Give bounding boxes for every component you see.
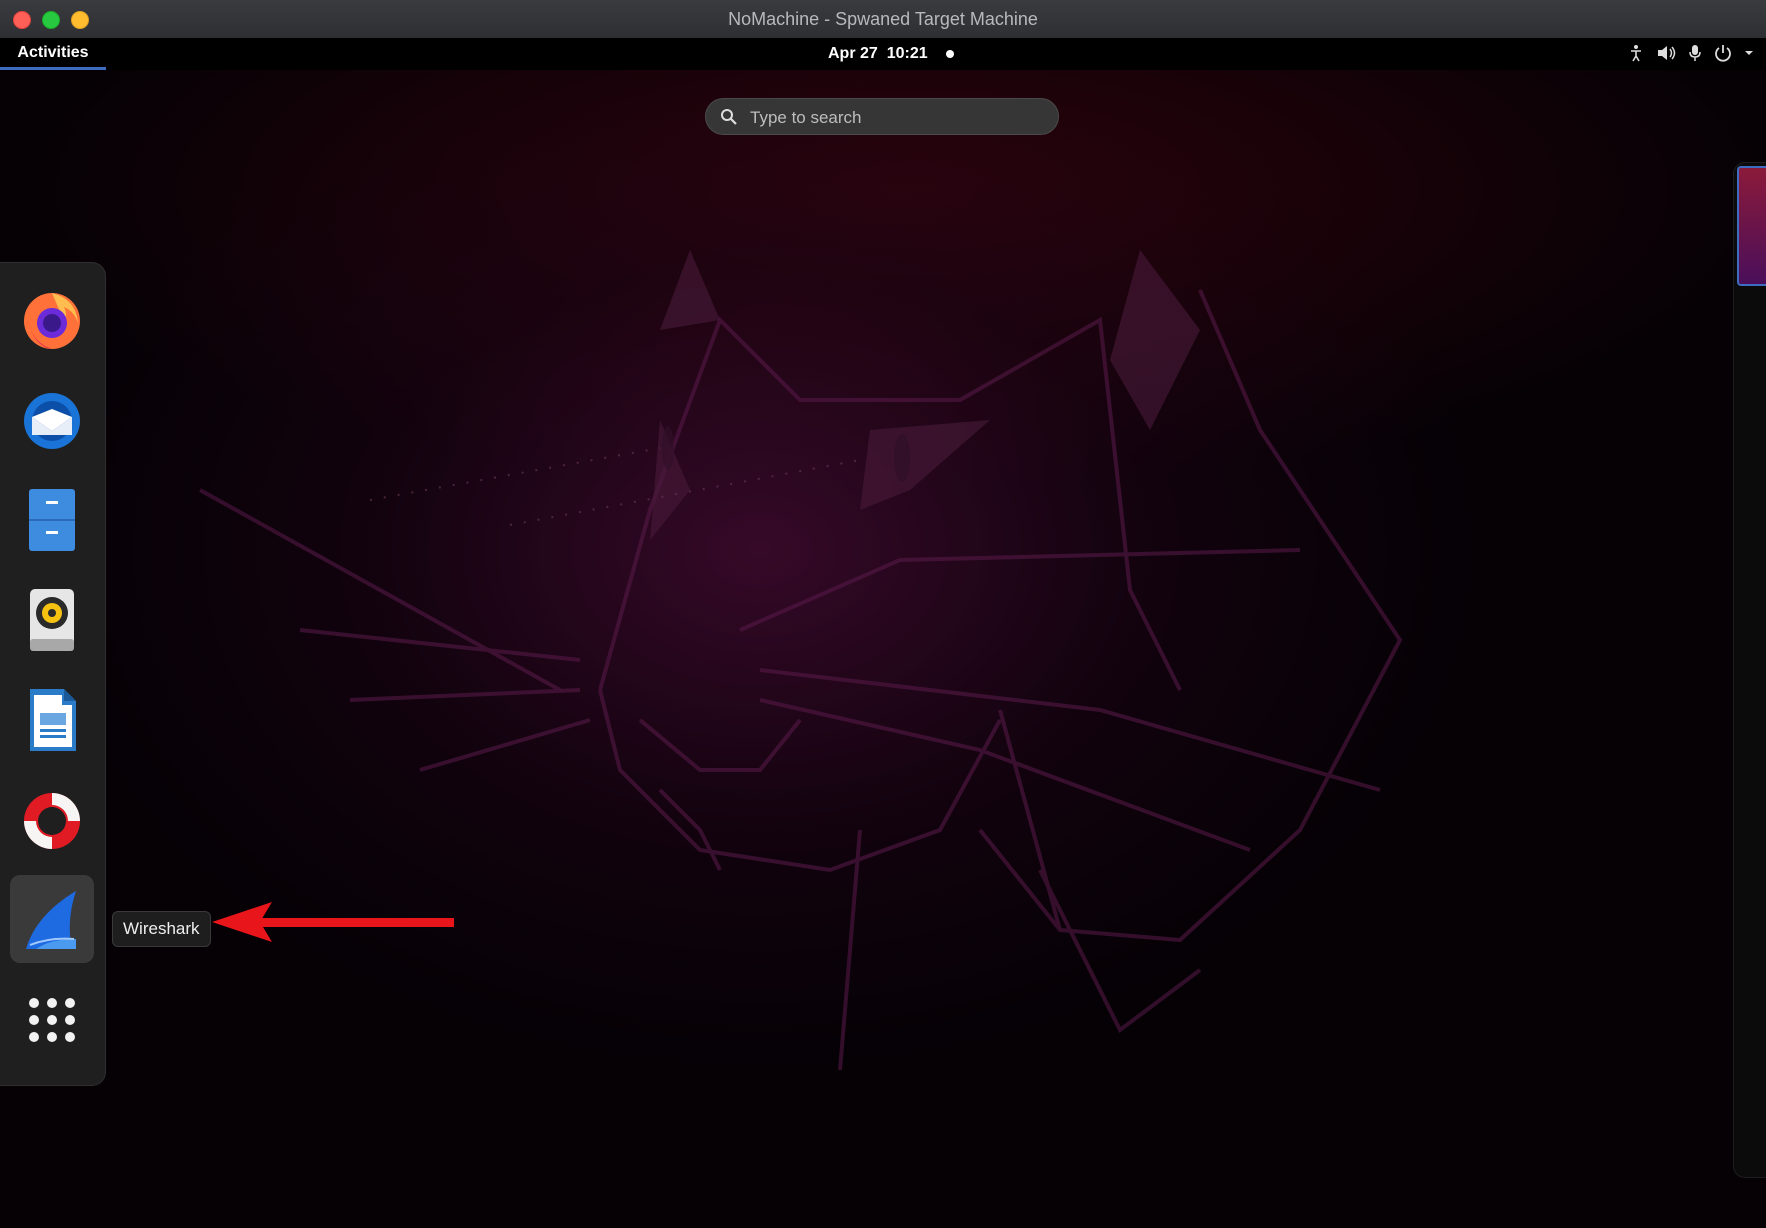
dock-tooltip: Wireshark: [112, 911, 211, 947]
window-titlebar: NoMachine - Spwaned Target Machine: [0, 0, 1766, 39]
power-icon[interactable]: [1714, 44, 1732, 62]
firefox-icon: [24, 293, 80, 349]
workspace-switcher: [1733, 162, 1766, 1178]
dock-item-help[interactable]: [10, 775, 94, 863]
microphone-icon[interactable]: [1688, 44, 1702, 62]
dock-item-show-applications[interactable]: [10, 975, 94, 1063]
app-grid-icon: [29, 998, 75, 1042]
thunderbird-icon: [24, 393, 80, 449]
window-title: NoMachine - Spwaned Target Machine: [728, 9, 1038, 29]
workspace-thumbnail[interactable]: [1737, 166, 1766, 286]
chevron-down-icon[interactable]: [1744, 44, 1754, 62]
volume-icon[interactable]: [1656, 44, 1676, 62]
accessibility-icon[interactable]: [1628, 44, 1644, 62]
libreoffice-writer-icon: [30, 689, 76, 751]
dock-item-wireshark[interactable]: [10, 875, 94, 963]
dash-dock: [0, 262, 106, 1086]
clock-date: Apr 27: [828, 45, 878, 62]
clock-time: 10:21: [886, 45, 928, 62]
search-icon: [721, 109, 737, 125]
search-bar[interactable]: [705, 98, 1059, 136]
clock[interactable]: Apr 27 10:21: [828, 38, 955, 70]
top-bar: Activities Apr 27 10:21: [0, 38, 1766, 70]
search-input[interactable]: [748, 99, 1052, 136]
dock-item-files[interactable]: [10, 475, 94, 563]
help-icon: [24, 793, 80, 849]
rhythmbox-icon: [30, 589, 74, 651]
system-tray[interactable]: [1628, 44, 1754, 62]
dock-item-thunderbird[interactable]: [10, 375, 94, 463]
wallpaper-cat-illustration: [199, 250, 1403, 1071]
files-icon: [29, 489, 75, 551]
notification-dot: [946, 49, 955, 58]
annotation-arrow-icon: [212, 902, 454, 942]
activities-button[interactable]: Activities: [0, 38, 106, 70]
dock-item-firefox[interactable]: [10, 275, 94, 363]
desktop-overview: Wireshark: [0, 70, 1766, 1228]
wireshark-icon: [26, 891, 76, 949]
dock-item-libreoffice-writer[interactable]: [10, 675, 94, 763]
dock-item-rhythmbox[interactable]: [10, 575, 94, 663]
